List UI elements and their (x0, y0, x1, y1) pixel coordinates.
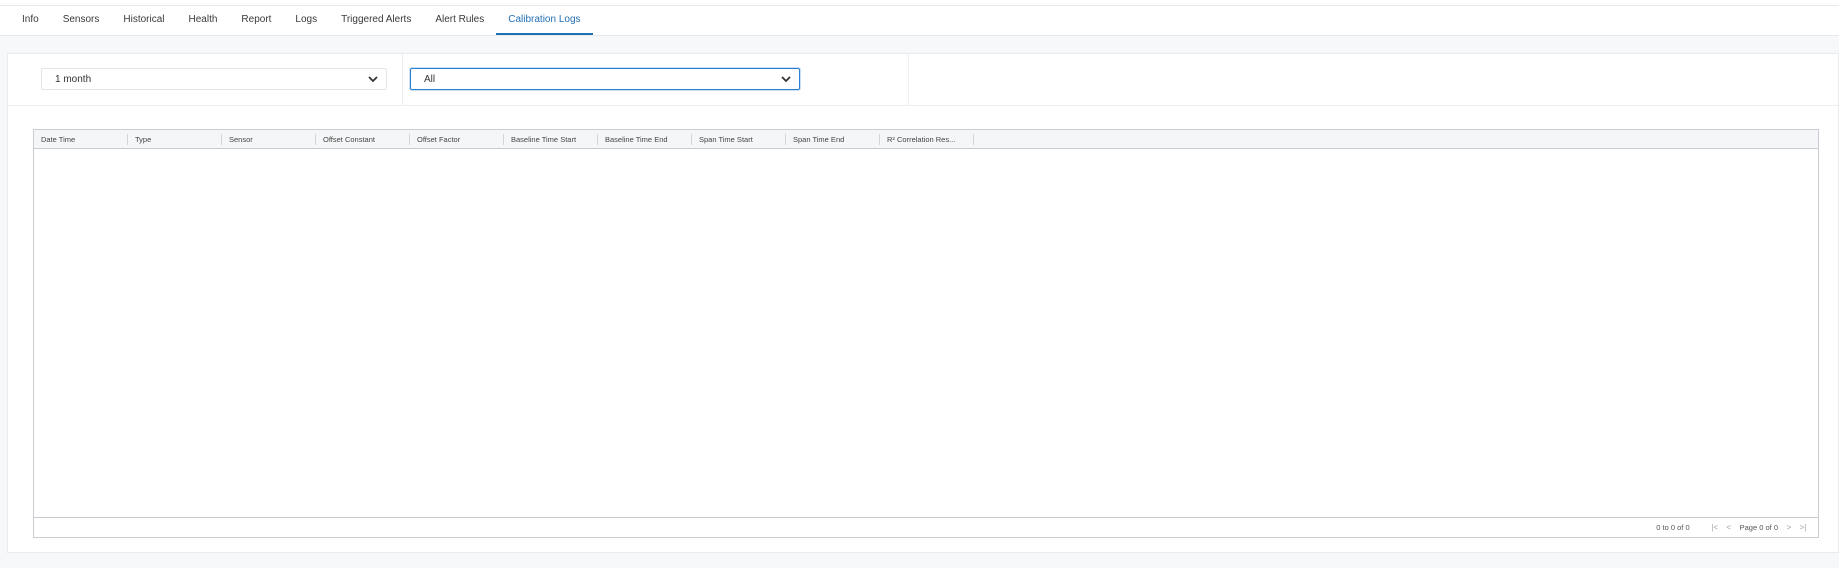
tab-historical[interactable]: Historical (111, 6, 176, 35)
tab-logs[interactable]: Logs (283, 6, 329, 35)
period-select-value: 1 month (55, 73, 92, 85)
chevron-down-icon (781, 74, 791, 84)
column-header-date-time[interactable]: Date Time (34, 130, 128, 149)
column-header-baseline-time-start[interactable]: Baseline Time Start (504, 130, 598, 149)
next-page-icon[interactable]: > (1784, 523, 1794, 532)
first-page-icon[interactable]: |< (1710, 523, 1720, 532)
column-header-span-time-start[interactable]: Span Time Start (692, 130, 786, 149)
tab-alert-rules[interactable]: Alert Rules (423, 6, 496, 35)
filter-divider (402, 54, 403, 106)
pagination-summary: 0 to 0 of 0 (1656, 523, 1690, 532)
calibration-logs-table: Date Time Type Sensor Offset Constant Of… (33, 129, 1819, 538)
column-header-span-time-end[interactable]: Span Time End (786, 130, 880, 149)
chevron-down-icon (368, 74, 378, 84)
sensor-select[interactable]: All (410, 68, 800, 90)
column-header-offset-constant[interactable]: Offset Constant (316, 130, 410, 149)
tab-health[interactable]: Health (177, 6, 230, 35)
tab-bar: Info Sensors Historical Health Report Lo… (0, 6, 1839, 36)
filter-divider (908, 54, 909, 106)
tab-calibration-logs[interactable]: Calibration Logs (496, 6, 593, 35)
period-select[interactable]: 1 month (41, 68, 387, 90)
column-header-sensor[interactable]: Sensor (222, 130, 316, 149)
page-indicator: Page 0 of 0 (1739, 523, 1778, 532)
column-header-baseline-time-end[interactable]: Baseline Time End (598, 130, 692, 149)
filter-row: 1 month All (8, 54, 1838, 106)
tab-report[interactable]: Report (229, 6, 283, 35)
column-header-type[interactable]: Type (128, 130, 222, 149)
previous-page-icon[interactable]: < (1724, 523, 1734, 532)
sensor-select-value: All (424, 73, 436, 85)
tab-triggered-alerts[interactable]: Triggered Alerts (329, 6, 423, 35)
tab-info[interactable]: Info (10, 6, 51, 35)
last-page-icon[interactable]: >| (1798, 523, 1808, 532)
tab-sensors[interactable]: Sensors (51, 6, 112, 35)
calibration-logs-panel: 1 month All Date Time Type Sensor Offset… (7, 53, 1839, 553)
column-header-offset-factor[interactable]: Offset Factor (410, 130, 504, 149)
pagination-bar: 0 to 0 of 0 |< < Page 0 of 0 > >| (34, 517, 1818, 537)
column-header-r2-correlation[interactable]: R² Correlation Res... (880, 130, 974, 149)
table-body (34, 149, 1818, 517)
table-header: Date Time Type Sensor Offset Constant Of… (34, 130, 1818, 149)
